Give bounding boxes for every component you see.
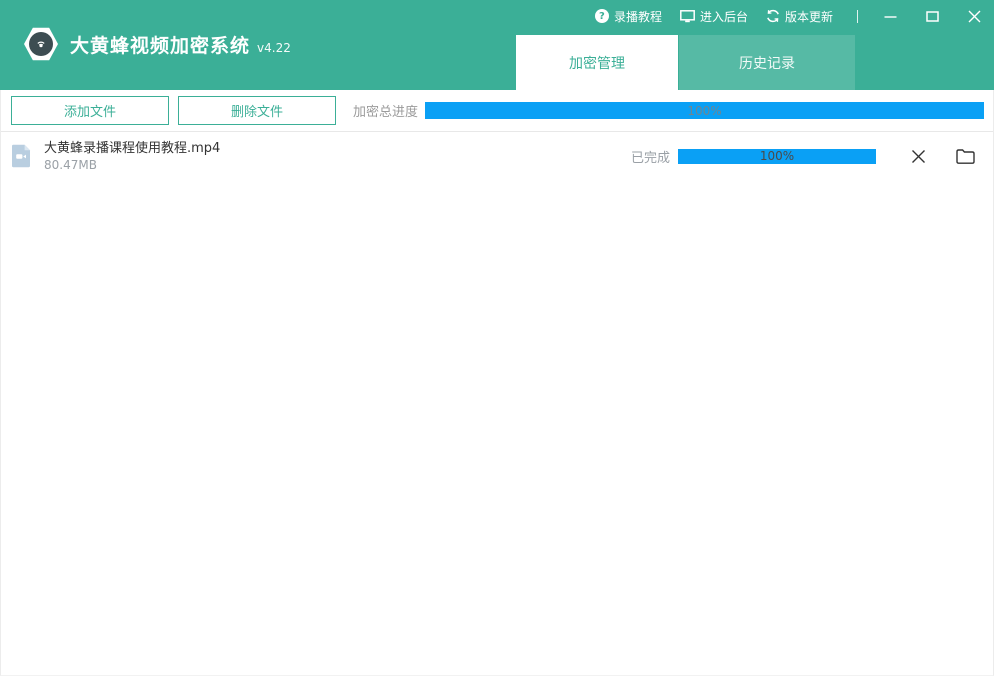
brand: 大黄蜂视频加密系统 v4.22	[24, 26, 291, 62]
close-button[interactable]	[962, 4, 986, 28]
main-content: 添加文件 删除文件 加密总进度 100% 大黄蜂录播课程使用教程.mp4 80.…	[0, 90, 994, 676]
maximize-button[interactable]	[920, 4, 944, 28]
menu-item-label: 录播教程	[614, 8, 662, 25]
menu-item-tutorial[interactable]: ? 录播教程	[595, 8, 662, 25]
remove-file-icon[interactable]	[906, 144, 930, 168]
tab-history[interactable]: 历史记录	[679, 35, 855, 90]
file-row: 大黄蜂录播课程使用教程.mp4 80.47MB 已完成 100%	[1, 132, 993, 180]
menu-item-label: 进入后台	[700, 8, 748, 25]
toolbar: 添加文件 删除文件 加密总进度 100%	[1, 90, 993, 132]
tab-encrypt-manage[interactable]: 加密管理	[516, 35, 678, 90]
app-logo-icon	[24, 26, 58, 62]
file-name: 大黄蜂录播课程使用教程.mp4	[44, 141, 220, 156]
overall-progress-label: 加密总进度	[353, 101, 418, 120]
refresh-icon	[766, 9, 780, 23]
delete-file-button[interactable]: 删除文件	[178, 96, 336, 125]
tab-bar: 加密管理 历史记录	[516, 35, 855, 90]
overall-progress-text: 100%	[425, 102, 984, 119]
app-window: ? 录播教程 进入后台 版本更新	[0, 0, 994, 676]
file-status: 已完成	[631, 147, 670, 166]
file-progress-bar: 100%	[678, 149, 876, 164]
menu-item-label: 版本更新	[785, 8, 833, 25]
file-size: 80.47MB	[44, 158, 220, 172]
help-icon: ?	[595, 9, 609, 23]
menu-item-backend[interactable]: 进入后台	[680, 8, 748, 25]
file-progress-text: 100%	[678, 149, 876, 164]
video-file-icon	[11, 144, 31, 168]
menu-item-update[interactable]: 版本更新	[766, 8, 833, 25]
add-file-button[interactable]: 添加文件	[11, 96, 169, 125]
file-row-right: 已完成 100%	[631, 144, 993, 168]
file-meta: 大黄蜂录播课程使用教程.mp4 80.47MB	[44, 141, 220, 172]
minimize-button[interactable]	[878, 4, 902, 28]
monitor-icon	[680, 10, 695, 23]
header: ? 录播教程 进入后台 版本更新	[0, 0, 994, 90]
overall-progress-bar: 100%	[425, 102, 984, 119]
app-version: v4.22	[257, 41, 291, 55]
open-folder-icon[interactable]	[952, 144, 978, 168]
window-controls-separator	[857, 10, 858, 23]
app-title: 大黄蜂视频加密系统	[70, 31, 250, 58]
top-menu: ? 录播教程 进入后台 版本更新	[595, 0, 986, 32]
